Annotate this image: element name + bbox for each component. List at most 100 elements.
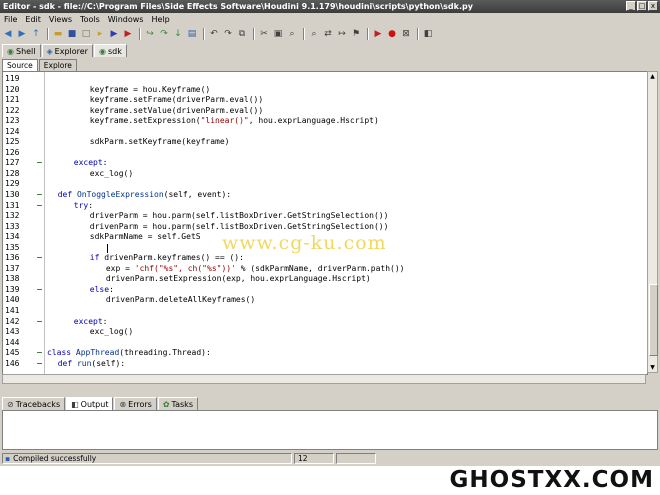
tab-source[interactable]: Source bbox=[2, 59, 38, 71]
code-editor[interactable]: 119 120 keyframe = hou.Keyframe() 121 keyfra… bbox=[2, 71, 648, 375]
run-all-icon[interactable]: ▶ bbox=[108, 28, 120, 40]
maximize-button[interactable]: □ bbox=[637, 1, 647, 11]
tab-explore[interactable]: Explore bbox=[38, 59, 77, 71]
save-icon[interactable]: ■ bbox=[66, 28, 78, 40]
code-line[interactable]: 127 except: bbox=[3, 158, 647, 169]
code-line[interactable]: 140 drivenParm.deleteAllKeyframes() bbox=[3, 295, 647, 306]
fold-marker-icon[interactable] bbox=[37, 352, 42, 354]
tab-shell[interactable]: ◉ Shell bbox=[2, 44, 41, 57]
line-number: 142 bbox=[5, 316, 20, 326]
stop-icon[interactable]: ▶ bbox=[122, 28, 134, 40]
code-line[interactable]: 138 drivenParm.setExpression(exp, hou.exp… bbox=[3, 274, 647, 285]
pause-icon[interactable]: ▶ bbox=[372, 28, 384, 40]
record-icon[interactable]: ● bbox=[386, 28, 398, 40]
find-next-icon[interactable]: ⌕ bbox=[308, 28, 320, 40]
fold-marker-icon[interactable] bbox=[37, 257, 42, 259]
menu-edit[interactable]: Edit bbox=[21, 15, 45, 24]
vertical-scrollbar[interactable]: ▲ ▼ bbox=[647, 71, 658, 373]
scrollbar-thumb[interactable] bbox=[649, 284, 658, 356]
tab-errors[interactable]: ⊗ Errors bbox=[114, 397, 157, 410]
menu-windows[interactable]: Windows bbox=[104, 15, 148, 24]
settings-icon[interactable]: ◧ bbox=[422, 28, 434, 40]
code-token: run bbox=[76, 358, 92, 368]
clear-icon[interactable]: ⊠ bbox=[400, 28, 412, 40]
code-line[interactable]: 120 keyframe = hou.Keyframe() bbox=[3, 85, 647, 96]
code-line[interactable]: 123 keyframe.setExpression("linear()", ho… bbox=[3, 116, 647, 127]
output-pane[interactable] bbox=[2, 410, 658, 450]
menu-file[interactable]: File bbox=[0, 15, 21, 24]
run-icon[interactable]: ▸ bbox=[94, 28, 106, 40]
up-icon[interactable]: ↑ bbox=[30, 28, 42, 40]
code-line[interactable]: 124 bbox=[3, 127, 647, 138]
new-file-icon[interactable]: □ bbox=[80, 28, 92, 40]
fold-marker-icon[interactable] bbox=[37, 288, 42, 290]
close-button[interactable]: x bbox=[648, 1, 658, 11]
code-token: (self): bbox=[91, 358, 126, 368]
tab-explorer[interactable]: ◈ Explorer bbox=[41, 44, 93, 57]
scroll-up-icon[interactable]: ▲ bbox=[648, 72, 657, 81]
folder-icon[interactable]: ▬ bbox=[52, 28, 64, 40]
line-number: 135 bbox=[5, 242, 20, 252]
code-line[interactable]: 125 sdkParm.setKeyframe(keyframe) bbox=[3, 137, 647, 148]
code-line[interactable]: 136 if drivenParm.keyframes() == (): bbox=[3, 253, 647, 264]
step-icon[interactable]: ↪ bbox=[144, 28, 156, 40]
code-line[interactable]: 128 exc_log() bbox=[3, 169, 647, 180]
fold-marker-icon[interactable] bbox=[37, 320, 42, 322]
minimize-button[interactable]: _ bbox=[626, 1, 636, 11]
code-line[interactable]: 133 drivenParm = hou.parm(self.listBoxDri… bbox=[3, 222, 647, 233]
code-line[interactable]: 145 class AppThread(threading.Thread): bbox=[3, 348, 647, 359]
tab-output[interactable]: ◧ Output bbox=[66, 397, 114, 410]
fold-marker-icon[interactable] bbox=[37, 194, 42, 196]
code-token: (threading.Thread): bbox=[119, 348, 211, 358]
code-token: keyframe.setFrame(driverParm.eval()) bbox=[89, 95, 264, 105]
fold-marker-icon[interactable] bbox=[37, 362, 42, 364]
code-line[interactable]: 139 else: bbox=[3, 285, 647, 296]
copy-icon[interactable]: ⧉ bbox=[236, 28, 248, 40]
code-line[interactable]: 122 keyframe.setValue(drivenParm.eval()) bbox=[3, 106, 647, 117]
code-line[interactable]: 121 keyframe.setFrame(driverParm.eval()) bbox=[3, 95, 647, 106]
code-line[interactable]: 144 bbox=[3, 338, 647, 349]
code-line[interactable]: 142 except: bbox=[3, 317, 647, 328]
menu-help[interactable]: Help bbox=[147, 15, 173, 24]
code-line[interactable]: 135 bbox=[3, 243, 647, 254]
code-token: try bbox=[73, 200, 89, 210]
code-token: driverParm = hou.parm(self.listBoxDriver… bbox=[89, 211, 389, 221]
code-line[interactable]: 137 exp = 'chf("%s", ch("%s"))' % (sdkPar… bbox=[3, 264, 647, 275]
code-line[interactable]: 126 bbox=[3, 148, 647, 159]
code-line[interactable]: 129 bbox=[3, 179, 647, 190]
tab-tracebacks[interactable]: ⊘ Tracebacks bbox=[2, 397, 66, 410]
tab-tasks[interactable]: ✿ Tasks bbox=[157, 397, 198, 410]
bookmark-icon[interactable]: ⚑ bbox=[350, 28, 362, 40]
fold-marker-icon[interactable] bbox=[37, 204, 42, 206]
fold-marker-icon[interactable] bbox=[37, 162, 42, 164]
code-line[interactable]: 146 def run(self): bbox=[3, 359, 647, 370]
redo-icon[interactable]: ↷ bbox=[222, 28, 234, 40]
menu-tools[interactable]: Tools bbox=[76, 15, 104, 24]
goto-icon[interactable]: ↦ bbox=[336, 28, 348, 40]
step-over-icon[interactable]: ↷ bbox=[158, 28, 170, 40]
replace-icon[interactable]: ⇄ bbox=[322, 28, 334, 40]
code-token: except bbox=[73, 158, 103, 168]
code-line[interactable]: 131 try: bbox=[3, 201, 647, 212]
code-line[interactable]: 134 sdkParmName = self.GetS bbox=[3, 232, 647, 243]
code-line[interactable]: 143 exc_log() bbox=[3, 327, 647, 338]
doc-icon[interactable]: ▤ bbox=[186, 28, 198, 40]
forward-icon[interactable]: ▶ bbox=[16, 28, 28, 40]
code-line[interactable]: 141 bbox=[3, 306, 647, 317]
back-icon[interactable]: ◀ bbox=[2, 28, 14, 40]
horizontal-scrollbar[interactable] bbox=[2, 374, 646, 384]
status-text: Compiled successfully bbox=[13, 453, 97, 463]
find-icon[interactable]: ⌕ bbox=[286, 28, 298, 40]
code-line[interactable]: 119 bbox=[3, 74, 647, 85]
cut-icon[interactable]: ✂ bbox=[258, 28, 270, 40]
tab-sdk[interactable]: ◉ sdk bbox=[93, 44, 127, 57]
line-number: 130 bbox=[5, 190, 20, 200]
code-line[interactable]: 130 def OnToggleExpression(self, event): bbox=[3, 190, 647, 201]
scroll-down-icon[interactable]: ▼ bbox=[648, 363, 657, 372]
tab-label: Errors bbox=[128, 399, 152, 409]
undo-icon[interactable]: ↶ bbox=[208, 28, 220, 40]
paste-icon[interactable]: ▣ bbox=[272, 28, 284, 40]
code-line[interactable]: 132 driverParm = hou.parm(self.listBoxDri… bbox=[3, 211, 647, 222]
menu-views[interactable]: Views bbox=[45, 15, 76, 24]
step-into-icon[interactable]: ↓ bbox=[172, 28, 184, 40]
